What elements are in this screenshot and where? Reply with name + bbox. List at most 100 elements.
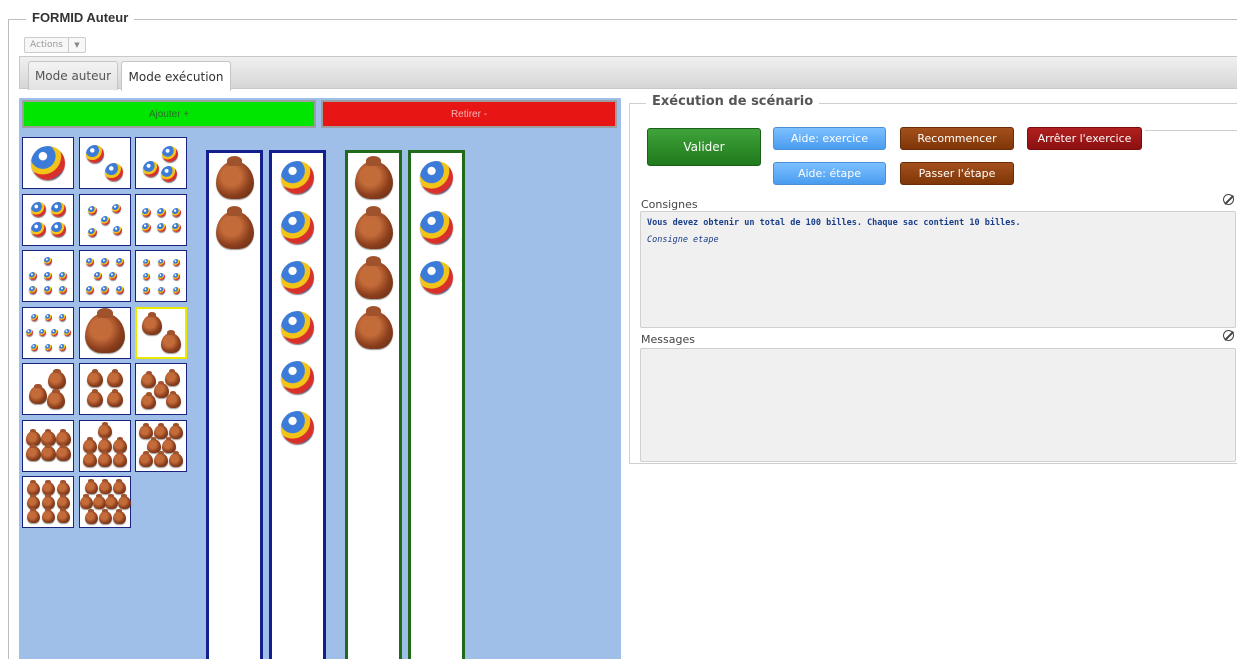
- palette-tile-bag-3[interactable]: [22, 363, 74, 415]
- palette-tile-ball-2[interactable]: [79, 137, 131, 189]
- palette-tile-bag-7[interactable]: [79, 419, 131, 472]
- tab-mode-auteur[interactable]: Mode auteur: [28, 61, 118, 90]
- bag-icon: [141, 370, 156, 388]
- ball-icon: [143, 161, 159, 177]
- bag-icon: [169, 450, 183, 467]
- palette-tile-bag-9[interactable]: [22, 476, 74, 528]
- bag-icon: [41, 493, 55, 509]
- bag-icon: [56, 493, 70, 509]
- ball-icon[interactable]: [281, 361, 314, 394]
- ball-icon: [111, 204, 121, 213]
- ball-icon: [58, 314, 66, 321]
- ball-icon: [88, 206, 97, 215]
- actions-dropdown[interactable]: Actions ▼: [24, 37, 86, 53]
- recommencer-button[interactable]: Recommencer: [900, 127, 1014, 150]
- palette-tile-bag-8[interactable]: [135, 419, 187, 472]
- ball-icon: [50, 222, 66, 237]
- column-2[interactable]: [269, 150, 326, 659]
- palette-tile-bag-2[interactable]: [135, 306, 187, 359]
- clear-icon[interactable]: [1223, 194, 1234, 205]
- ball-icon: [156, 207, 166, 217]
- palette-tile-bag-5[interactable]: [135, 363, 187, 415]
- bag-icon: [141, 392, 156, 409]
- buttons-divider: [1145, 130, 1237, 131]
- ball-icon[interactable]: [281, 161, 314, 194]
- palette-tile-ball-3[interactable]: [135, 137, 187, 189]
- ball-icon[interactable]: [281, 211, 314, 244]
- tab-bar: Mode auteur Mode exécution: [19, 56, 1237, 91]
- palette-tile-ball-6[interactable]: [135, 193, 187, 246]
- bag-icon[interactable]: [354, 306, 393, 349]
- ball-icon: [141, 223, 151, 232]
- passer-etape-button[interactable]: Passer l'étape: [900, 162, 1014, 185]
- column-4[interactable]: [408, 150, 465, 659]
- palette-tile-ball-8[interactable]: [79, 250, 131, 302]
- chevron-down-icon[interactable]: ▼: [69, 38, 85, 52]
- ball-icon: [116, 286, 124, 294]
- palette-tile-ball-5[interactable]: [79, 193, 131, 246]
- ball-icon: [101, 258, 109, 266]
- bag-icon: [154, 450, 168, 467]
- palette-tile-ball-10[interactable]: [22, 306, 74, 359]
- aide-etape-button[interactable]: Aide: étape: [773, 162, 886, 185]
- ball-icon: [44, 314, 52, 321]
- remove-button[interactable]: Retirer -: [321, 100, 617, 128]
- bag-icon: [112, 478, 126, 494]
- valider-button[interactable]: Valider: [647, 128, 761, 166]
- bag-icon: [79, 493, 93, 509]
- aide-exercice-button[interactable]: Aide: exercice: [773, 127, 886, 150]
- ball-icon[interactable]: [420, 161, 453, 194]
- palette-tile-bag-1[interactable]: [79, 306, 131, 359]
- ball-icon: [105, 163, 123, 181]
- ball-icon[interactable]: [420, 261, 453, 294]
- ball-icon[interactable]: [281, 311, 314, 344]
- bag-icon[interactable]: [215, 156, 254, 199]
- ball-icon: [44, 257, 52, 265]
- bag-icon: [92, 493, 106, 509]
- window-title: FORMID Auteur: [26, 10, 135, 25]
- ball-icon: [116, 258, 124, 266]
- ball-icon[interactable]: [281, 261, 314, 294]
- palette-tile-bag-10[interactable]: [79, 476, 131, 528]
- bag-icon: [98, 421, 112, 438]
- arreter-button[interactable]: Arrêter l'exercice: [1027, 127, 1142, 150]
- ball-icon: [44, 286, 52, 294]
- palette-tile-ball-1[interactable]: [22, 137, 74, 189]
- ball-icon: [100, 216, 110, 225]
- palette-tile-ball-4[interactable]: [22, 193, 74, 246]
- ball-icon[interactable]: [420, 211, 453, 244]
- palette-tile-bag-6[interactable]: [22, 419, 74, 472]
- column-3[interactable]: [345, 150, 402, 659]
- ball-icon: [142, 258, 150, 266]
- add-button[interactable]: Ajouter +: [22, 100, 316, 128]
- exec-legend: Exécution de scénario: [646, 94, 820, 109]
- bag-icon: [41, 507, 55, 523]
- clear-icon[interactable]: [1223, 330, 1234, 341]
- ball-icon: [30, 202, 46, 217]
- ball-icon: [162, 146, 178, 162]
- app-root: FORMID Auteur Actions ▼ Mode auteur Mode…: [0, 0, 1237, 659]
- palette-tile-bag-4[interactable]: [79, 363, 131, 415]
- bag-icon: [139, 450, 153, 467]
- bag-icon: [142, 312, 162, 335]
- exec-frame-bottom: [629, 463, 1237, 464]
- bag-icon: [161, 330, 181, 353]
- bag-icon: [98, 478, 112, 494]
- bag-icon[interactable]: [354, 206, 393, 249]
- bag-icon[interactable]: [354, 156, 393, 199]
- ball-icon[interactable]: [281, 411, 314, 444]
- outer-frame-top: [8, 19, 1237, 20]
- palette-tile-ball-9[interactable]: [135, 250, 187, 302]
- tab-mode-execution[interactable]: Mode exécution: [121, 61, 231, 91]
- bag-icon: [107, 369, 123, 387]
- ball-icon: [101, 286, 109, 294]
- bag-icon: [84, 478, 98, 494]
- column-1[interactable]: [206, 150, 263, 659]
- bag-icon: [84, 508, 98, 524]
- ball-icon: [142, 272, 150, 280]
- bag-icon[interactable]: [215, 206, 254, 249]
- bag-icon[interactable]: [354, 256, 393, 299]
- ball-icon: [171, 223, 181, 232]
- palette-tile-ball-7[interactable]: [22, 250, 74, 302]
- ball-icon: [171, 207, 181, 217]
